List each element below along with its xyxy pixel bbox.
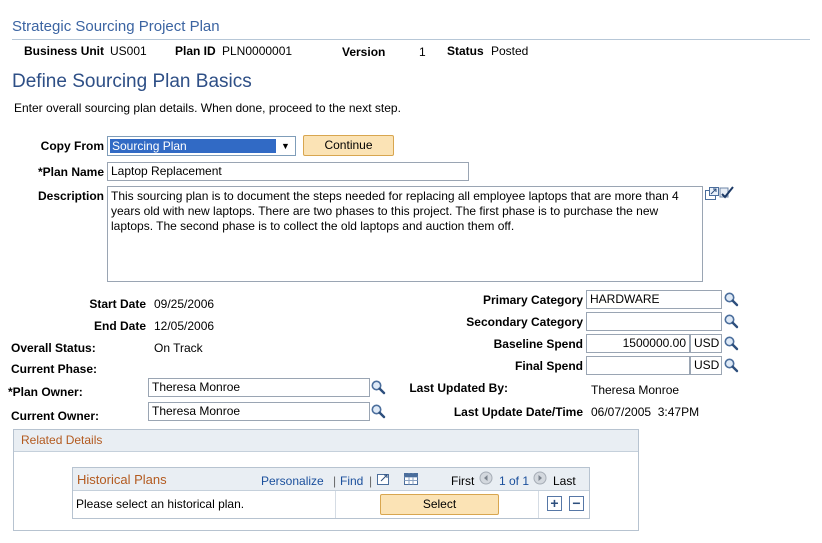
secondary-category-label: Secondary Category: [466, 315, 583, 329]
baseline-currency-input[interactable]: USD: [690, 334, 722, 353]
historical-plan-row-text: Please select an historical plan.: [76, 497, 245, 511]
page-header: Strategic Sourcing Project Plan: [12, 18, 810, 40]
last-update-datetime-value: 06/07/2005 3:47PM: [591, 405, 700, 419]
view-all-icon[interactable]: [376, 471, 392, 487]
arrow-right-icon[interactable]: [533, 471, 547, 485]
current-owner-lookup-icon[interactable]: [370, 403, 386, 419]
baseline-currency-lookup-icon[interactable]: [723, 335, 739, 351]
plan-owner-lookup-icon[interactable]: [370, 379, 386, 395]
description-textarea[interactable]: This sourcing plan is to document the st…: [107, 186, 703, 282]
section-title: Define Sourcing Plan Basics: [12, 71, 252, 92]
instructions-text: Enter overall sourcing plan details. Whe…: [14, 101, 401, 115]
arrow-left-icon[interactable]: [479, 471, 493, 485]
plan-name-input[interactable]: Laptop Replacement: [107, 162, 469, 181]
historical-plans-grid: Historical Plans Personalize | Find | Fi…: [72, 467, 590, 519]
version-label: Version: [342, 45, 386, 59]
plan-id-label: Plan ID: [175, 44, 216, 58]
find-link[interactable]: Find: [340, 474, 363, 488]
plan-owner-label: *Plan Owner:: [8, 385, 83, 399]
grid-title: Historical Plans: [77, 472, 167, 487]
end-date-label: End Date: [93, 319, 146, 333]
grid-column-divider: [538, 491, 539, 518]
baseline-spend-label: Baseline Spend: [493, 337, 583, 351]
copy-from-label: Copy From: [40, 139, 104, 153]
current-owner-input[interactable]: Theresa Monroe: [148, 402, 370, 421]
status-value: Posted: [491, 44, 529, 58]
end-date-value: 12/05/2006: [154, 319, 215, 333]
grid-download-icon[interactable]: [403, 471, 419, 487]
baseline-spend-input[interactable]: 1500000.00: [586, 334, 690, 353]
related-details-header: Related Details: [14, 430, 638, 452]
primary-category-lookup-icon[interactable]: [723, 291, 739, 307]
grid-column-divider: [335, 491, 336, 518]
copy-from-select[interactable]: Sourcing Plan ▼: [107, 136, 296, 156]
add-row-button[interactable]: +: [547, 496, 562, 511]
start-date-value: 09/25/2006: [154, 297, 215, 311]
description-label: Description: [37, 189, 104, 203]
status-label: Status: [447, 44, 484, 58]
overall-status-value: On Track: [154, 341, 203, 355]
current-owner-label: Current Owner:: [11, 409, 100, 423]
grid-separator: |: [333, 474, 337, 488]
page-title: Strategic Sourcing Project Plan: [12, 18, 220, 35]
row-range: 1 of 1: [499, 474, 530, 488]
plan-owner-input[interactable]: Theresa Monroe: [148, 378, 370, 397]
last-updated-by-value: Theresa Monroe: [591, 383, 680, 397]
expand-textarea-icon[interactable]: [704, 186, 720, 202]
start-date-label: Start Date: [89, 297, 146, 311]
personalize-link[interactable]: Personalize: [261, 474, 324, 488]
last-update-datetime-label: Last Update Date/Time: [453, 405, 583, 419]
grid-header: Historical Plans Personalize | Find | Fi…: [73, 468, 589, 491]
grid-separator: |: [369, 474, 373, 488]
last-updated-by-label: Last Updated By:: [409, 381, 508, 395]
first-label: First: [451, 474, 475, 488]
last-label: Last: [553, 474, 576, 488]
plan-name-label: *Plan Name: [37, 165, 104, 179]
secondary-category-input[interactable]: [586, 312, 722, 331]
overall-status-label: Overall Status:: [11, 341, 96, 355]
related-details-title: Related Details: [21, 433, 103, 447]
final-currency-lookup-icon[interactable]: [723, 357, 739, 373]
select-historical-plan-button[interactable]: Select: [380, 494, 499, 515]
business-unit-label: Business Unit: [24, 44, 105, 58]
primary-category-input[interactable]: HARDWARE: [586, 290, 722, 309]
spellcheck-icon[interactable]: [719, 185, 735, 201]
continue-button[interactable]: Continue: [303, 135, 394, 156]
final-spend-label: Final Spend: [514, 359, 583, 373]
current-phase-label: Current Phase:: [11, 362, 98, 376]
copy-from-selected: Sourcing Plan: [110, 139, 276, 153]
delete-row-button[interactable]: −: [569, 496, 584, 511]
plan-id-value: PLN0000001: [222, 44, 293, 58]
chevron-down-icon[interactable]: ▼: [277, 138, 294, 154]
final-currency-input[interactable]: USD: [690, 356, 722, 375]
version-value: 1: [419, 45, 426, 59]
business-unit-value: US001: [110, 44, 147, 58]
final-spend-input[interactable]: [586, 356, 690, 375]
secondary-category-lookup-icon[interactable]: [723, 313, 739, 329]
primary-category-label: Primary Category: [482, 293, 583, 307]
